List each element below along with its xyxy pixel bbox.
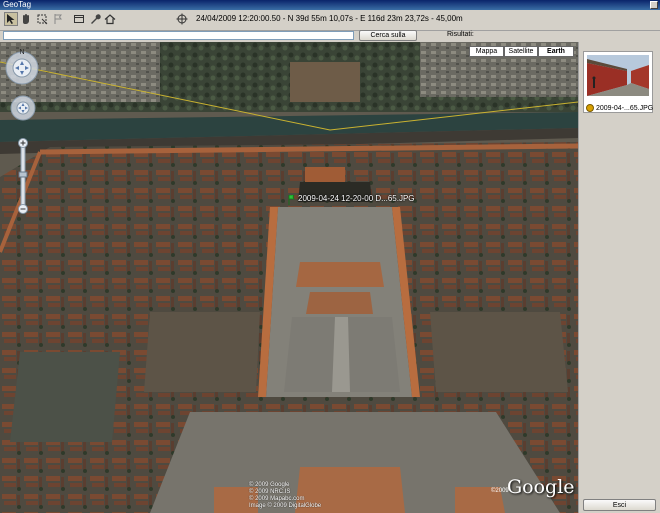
hand-icon xyxy=(23,14,29,24)
map-type-earth[interactable]: Earth xyxy=(538,46,574,57)
window-tool-button[interactable] xyxy=(72,12,86,26)
look-control[interactable] xyxy=(10,95,36,121)
exit-button[interactable]: Esci xyxy=(583,499,656,511)
zoom-slider[interactable] xyxy=(16,138,30,214)
photo-caption: 2009-04-...65.JPG xyxy=(596,105,654,112)
map-type-mappa[interactable]: Mappa xyxy=(469,46,504,57)
home-tool-button[interactable] xyxy=(103,12,117,26)
copyright-line-4: Image © 2009 DigitalGlobe xyxy=(249,503,322,509)
close-window-button[interactable] xyxy=(650,1,658,9)
map-view[interactable]: Mappa Satellite Earth N 2009-04-24 12-20… xyxy=(0,42,578,513)
window-icon xyxy=(74,15,84,23)
results-panel: 2009-04-...65.JPG Esci xyxy=(578,42,660,513)
select-tool-button[interactable] xyxy=(35,12,49,26)
compass-control[interactable]: N xyxy=(4,46,40,86)
hand-tool-button[interactable] xyxy=(19,12,33,26)
select-icon xyxy=(37,14,48,25)
center-position-button[interactable] xyxy=(175,12,189,26)
flag-tool-button[interactable] xyxy=(51,12,65,26)
pointer-icon xyxy=(7,14,15,24)
copyright-line-1: © 2009 Google xyxy=(249,482,290,488)
copyright-line-2: © 2009 NRC.IS xyxy=(249,489,291,495)
title-bar: GeoTag xyxy=(0,0,660,10)
geotag-status-icon xyxy=(586,104,594,112)
window-title: GeoTag xyxy=(3,0,32,9)
coordinates-readout: 24/04/2009 12:20:00.50 - N 39d 55m 10,07… xyxy=(196,14,463,23)
toolbar: 24/04/2009 12:20:00.50 - N 39d 55m 10,07… xyxy=(0,10,660,31)
home-icon xyxy=(104,14,116,25)
search-input[interactable] xyxy=(3,31,354,40)
search-row: Cerca sulla mappa Risultati: xyxy=(0,30,660,49)
settings-tool-button[interactable] xyxy=(88,12,102,26)
photo-preview-image xyxy=(587,55,649,96)
google-logo: Google xyxy=(507,476,575,498)
pointer-tool-button[interactable] xyxy=(4,12,18,26)
wrench-icon xyxy=(91,14,101,24)
zoom-handle[interactable] xyxy=(18,171,28,178)
search-map-button[interactable]: Cerca sulla mappa xyxy=(359,30,417,49)
photo-marker-label[interactable]: 2009-04-24 12-20-00 D...65.JPG xyxy=(298,194,415,203)
flag-icon xyxy=(54,14,62,24)
photo-thumbnail[interactable]: 2009-04-...65.JPG xyxy=(583,51,653,113)
photo-marker-icon[interactable] xyxy=(288,195,295,205)
copyright-line-3: © 2009 Mapabc.com xyxy=(249,496,305,502)
satellite-imagery xyxy=(0,42,578,513)
results-label: Risultati: xyxy=(447,31,474,38)
compass-north-label: N xyxy=(19,49,24,56)
map-type-satellite[interactable]: Satellite xyxy=(504,46,538,57)
crosshair-icon xyxy=(176,13,188,25)
